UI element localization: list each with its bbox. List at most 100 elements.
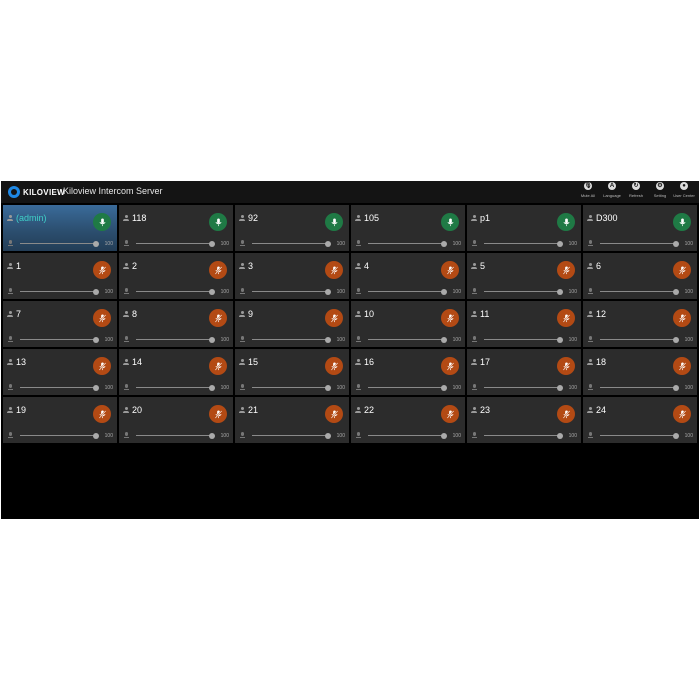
volume-slider[interactable]: [600, 432, 679, 439]
volume-slider[interactable]: [136, 384, 215, 391]
volume-slider[interactable]: [20, 240, 99, 247]
microphone-muted-button[interactable]: [325, 405, 343, 423]
volume-slider[interactable]: [368, 336, 447, 343]
volume-slider-knob[interactable]: [557, 432, 563, 439]
microphone-on-button[interactable]: [209, 213, 227, 231]
language-button[interactable]: A Language: [603, 182, 621, 198]
volume-slider-knob[interactable]: [93, 288, 99, 295]
volume-slider[interactable]: [20, 336, 99, 343]
microphone-muted-button[interactable]: [93, 309, 111, 327]
volume-slider[interactable]: [368, 384, 447, 391]
user-tile[interactable]: 12 100: [583, 301, 697, 347]
user-tile[interactable]: 21 100: [235, 397, 349, 443]
user-tile[interactable]: D300 100: [583, 205, 697, 251]
volume-slider-knob[interactable]: [673, 432, 679, 439]
volume-slider-knob[interactable]: [209, 384, 215, 391]
volume-slider[interactable]: [252, 240, 331, 247]
user-tile[interactable]: 17 100: [467, 349, 581, 395]
volume-slider-knob[interactable]: [557, 384, 563, 391]
volume-slider-knob[interactable]: [441, 384, 447, 391]
volume-slider[interactable]: [368, 432, 447, 439]
volume-slider-knob[interactable]: [673, 240, 679, 247]
volume-slider[interactable]: [136, 336, 215, 343]
microphone-muted-button[interactable]: [325, 261, 343, 279]
microphone-muted-button[interactable]: [441, 357, 459, 375]
microphone-muted-button[interactable]: [93, 357, 111, 375]
volume-slider-knob[interactable]: [673, 336, 679, 343]
volume-slider-knob[interactable]: [673, 384, 679, 391]
volume-slider[interactable]: [600, 384, 679, 391]
user-center-button[interactable]: ● User Center: [673, 182, 695, 198]
volume-slider-knob[interactable]: [557, 336, 563, 343]
microphone-muted-button[interactable]: [557, 309, 575, 327]
volume-slider-knob[interactable]: [93, 432, 99, 439]
user-tile[interactable]: 19 100: [3, 397, 117, 443]
user-tile[interactable]: 23 100: [467, 397, 581, 443]
volume-slider-knob[interactable]: [209, 432, 215, 439]
volume-slider-knob[interactable]: [441, 288, 447, 295]
volume-slider[interactable]: [600, 240, 679, 247]
volume-slider[interactable]: [484, 288, 563, 295]
microphone-muted-button[interactable]: [441, 405, 459, 423]
microphone-muted-button[interactable]: [209, 357, 227, 375]
microphone-muted-button[interactable]: [673, 357, 691, 375]
volume-slider[interactable]: [484, 336, 563, 343]
microphone-muted-button[interactable]: [557, 261, 575, 279]
volume-slider[interactable]: [484, 432, 563, 439]
microphone-muted-button[interactable]: [557, 405, 575, 423]
volume-slider-knob[interactable]: [673, 288, 679, 295]
user-tile[interactable]: 7 100: [3, 301, 117, 347]
volume-slider[interactable]: [136, 432, 215, 439]
volume-slider[interactable]: [252, 336, 331, 343]
volume-slider[interactable]: [252, 288, 331, 295]
volume-slider-knob[interactable]: [209, 336, 215, 343]
microphone-muted-button[interactable]: [441, 309, 459, 327]
user-tile[interactable]: 1 100: [3, 253, 117, 299]
user-tile[interactable]: 5 100: [467, 253, 581, 299]
volume-slider[interactable]: [20, 288, 99, 295]
volume-slider-knob[interactable]: [557, 288, 563, 295]
microphone-on-button[interactable]: [325, 213, 343, 231]
volume-slider-knob[interactable]: [209, 240, 215, 247]
volume-slider-knob[interactable]: [325, 432, 331, 439]
volume-slider[interactable]: [600, 288, 679, 295]
volume-slider-knob[interactable]: [325, 288, 331, 295]
microphone-on-button[interactable]: [557, 213, 575, 231]
volume-slider[interactable]: [484, 240, 563, 247]
user-tile[interactable]: 105 100: [351, 205, 465, 251]
volume-slider[interactable]: [252, 384, 331, 391]
user-tile[interactable]: 6 100: [583, 253, 697, 299]
volume-slider-knob[interactable]: [93, 384, 99, 391]
volume-slider-knob[interactable]: [441, 432, 447, 439]
mute-all-button[interactable]: 🎙 Mute All: [579, 182, 597, 198]
user-tile[interactable]: 20 100: [119, 397, 233, 443]
volume-slider-knob[interactable]: [93, 240, 99, 247]
refresh-button[interactable]: ↻ Refresh: [627, 182, 645, 198]
volume-slider[interactable]: [136, 240, 215, 247]
microphone-muted-button[interactable]: [209, 405, 227, 423]
volume-slider[interactable]: [368, 288, 447, 295]
volume-slider[interactable]: [20, 384, 99, 391]
microphone-muted-button[interactable]: [673, 405, 691, 423]
user-tile[interactable]: 118 100: [119, 205, 233, 251]
volume-slider[interactable]: [600, 336, 679, 343]
user-tile[interactable]: 16 100: [351, 349, 465, 395]
user-tile[interactable]: (admin) 100: [3, 205, 117, 251]
user-tile[interactable]: 11 100: [467, 301, 581, 347]
microphone-muted-button[interactable]: [673, 309, 691, 327]
microphone-on-button[interactable]: [673, 213, 691, 231]
volume-slider[interactable]: [252, 432, 331, 439]
volume-slider[interactable]: [136, 288, 215, 295]
user-tile[interactable]: 22 100: [351, 397, 465, 443]
volume-slider-knob[interactable]: [441, 240, 447, 247]
user-tile[interactable]: 15 100: [235, 349, 349, 395]
microphone-muted-button[interactable]: [557, 357, 575, 375]
microphone-muted-button[interactable]: [673, 261, 691, 279]
volume-slider-knob[interactable]: [93, 336, 99, 343]
user-tile[interactable]: 3 100: [235, 253, 349, 299]
user-tile[interactable]: 24 100: [583, 397, 697, 443]
user-tile[interactable]: 10 100: [351, 301, 465, 347]
volume-slider-knob[interactable]: [441, 336, 447, 343]
volume-slider-knob[interactable]: [325, 384, 331, 391]
microphone-muted-button[interactable]: [325, 357, 343, 375]
